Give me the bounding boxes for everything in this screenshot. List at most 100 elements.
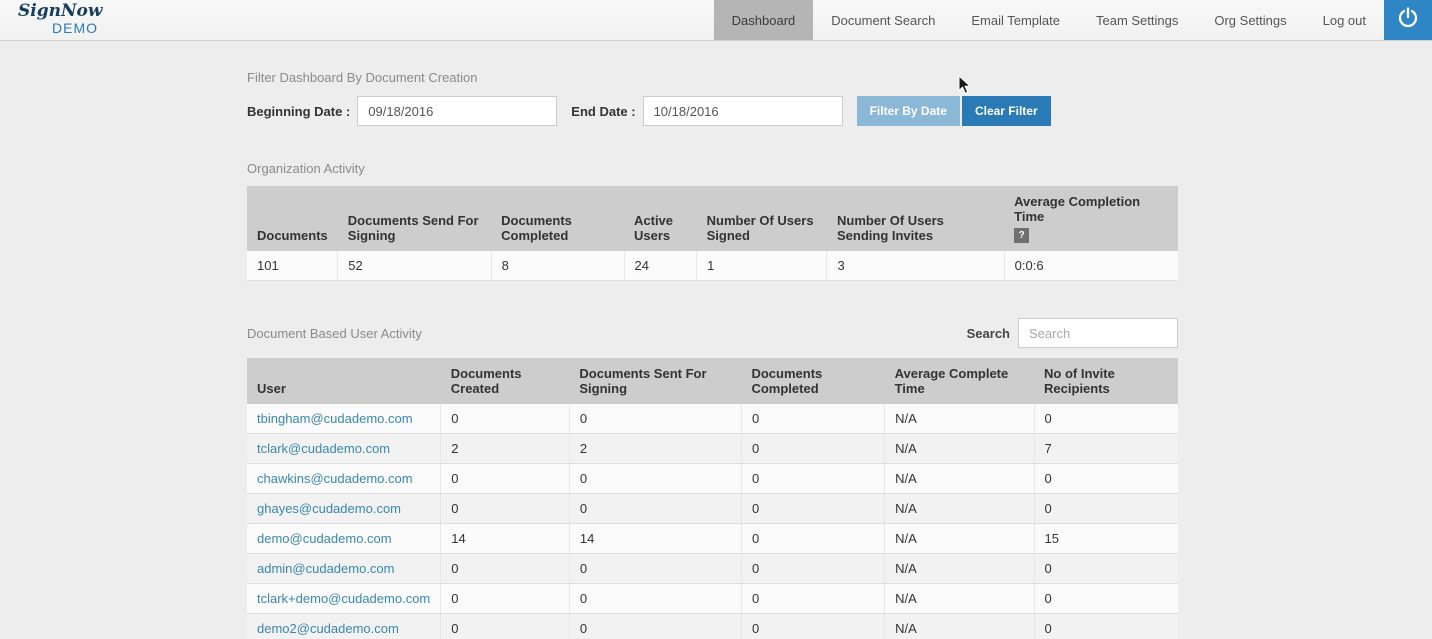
- user-email-link[interactable]: tclark+demo@cudademo.com: [257, 591, 430, 606]
- user-activity-header: Document Based User Activity Search: [247, 318, 1178, 348]
- column-header-number-of-users-signed: Number Of Users Signed: [697, 186, 827, 251]
- power-icon: [1395, 5, 1421, 36]
- table-row: tbingham@cudademo.com000N/A0: [247, 404, 1178, 434]
- table-cell: N/A: [885, 464, 1034, 494]
- column-header-documents-completed: Documents Completed: [491, 186, 624, 251]
- table-cell: N/A: [885, 434, 1034, 464]
- org-users-signed-value: 1: [697, 251, 827, 281]
- column-header-active-users: Active Users: [624, 186, 697, 251]
- user-email-link[interactable]: demo@cudademo.com: [257, 531, 392, 546]
- power-logout-button[interactable]: [1384, 0, 1432, 40]
- user-activity-header-row: User Documents Created Documents Sent Fo…: [247, 358, 1178, 404]
- nav-item-log-out[interactable]: Log out: [1305, 0, 1384, 40]
- column-header-documents-completed-user: Documents Completed: [741, 358, 884, 404]
- table-cell: 0: [569, 494, 741, 524]
- column-header-number-of-users-sending-invites: Number Of Users Sending Invites: [827, 186, 1004, 251]
- table-cell: 2: [569, 434, 741, 464]
- table-cell: 0: [1034, 464, 1178, 494]
- main-nav: Dashboard Document Search Email Template…: [714, 0, 1384, 40]
- org-send-for-signing-value: 52: [338, 251, 491, 281]
- end-date-label: End Date :: [571, 104, 635, 119]
- table-row: demo2@cudademo.com000N/A0: [247, 614, 1178, 639]
- column-header-documents-created: Documents Created: [441, 358, 570, 404]
- table-cell: 0: [441, 464, 570, 494]
- table-row: ghayes@cudademo.com000N/A0: [247, 494, 1178, 524]
- org-activity-header-row: Documents Documents Send For Signing Doc…: [247, 186, 1178, 251]
- date-filter-row: Beginning Date : End Date : Filter By Da…: [247, 96, 1178, 126]
- user-email-link[interactable]: tclark@cudademo.com: [257, 441, 390, 456]
- table-cell: 2: [441, 434, 570, 464]
- nav-item-dashboard[interactable]: Dashboard: [714, 0, 814, 40]
- user-email-link[interactable]: demo2@cudademo.com: [257, 621, 399, 636]
- nav-item-team-settings[interactable]: Team Settings: [1078, 0, 1196, 40]
- table-cell: 0: [569, 404, 741, 434]
- table-cell: 0: [569, 584, 741, 614]
- table-cell: 0: [441, 404, 570, 434]
- column-header-user: User: [247, 358, 441, 404]
- column-header-average-completion-time: Average Completion Time ?: [1004, 186, 1178, 251]
- table-cell: 14: [441, 524, 570, 554]
- logo-demo-text: DEMO: [52, 21, 220, 35]
- org-documents-value: 101: [247, 251, 338, 281]
- table-cell: N/A: [885, 554, 1034, 584]
- nav-item-document-search[interactable]: Document Search: [813, 0, 953, 40]
- nav-item-org-settings[interactable]: Org Settings: [1196, 0, 1304, 40]
- dashboard-content: Filter Dashboard By Document Creation Be…: [247, 41, 1178, 639]
- user-email-link[interactable]: admin@cudademo.com: [257, 561, 394, 576]
- table-cell: 0: [1034, 404, 1178, 434]
- table-row: admin@cudademo.com000N/A0: [247, 554, 1178, 584]
- table-cell: tclark+demo@cudademo.com: [247, 584, 441, 614]
- org-completed-value: 8: [491, 251, 624, 281]
- table-cell: 0: [741, 614, 884, 639]
- table-cell: 0: [441, 494, 570, 524]
- table-cell: tbingham@cudademo.com: [247, 404, 441, 434]
- table-cell: N/A: [885, 404, 1034, 434]
- clear-filter-button[interactable]: Clear Filter: [962, 96, 1051, 126]
- table-cell: demo@cudademo.com: [247, 524, 441, 554]
- table-cell: 0: [1034, 554, 1178, 584]
- table-cell: N/A: [885, 584, 1034, 614]
- table-cell: ghayes@cudademo.com: [247, 494, 441, 524]
- org-active-users-value: 24: [624, 251, 697, 281]
- table-cell: 0: [741, 584, 884, 614]
- user-email-link[interactable]: ghayes@cudademo.com: [257, 501, 401, 516]
- table-row: tclark+demo@cudademo.com000N/A0: [247, 584, 1178, 614]
- beginning-date-input[interactable]: [357, 96, 557, 126]
- table-cell: 0: [741, 464, 884, 494]
- search-area: Search: [967, 318, 1178, 348]
- table-cell: N/A: [885, 524, 1034, 554]
- table-cell: 0: [569, 554, 741, 584]
- table-cell: demo2@cudademo.com: [247, 614, 441, 639]
- user-email-link[interactable]: chawkins@cudademo.com: [257, 471, 413, 486]
- org-users-sending-invites-value: 3: [827, 251, 1004, 281]
- help-icon[interactable]: ?: [1014, 228, 1029, 243]
- nav-item-email-template[interactable]: Email Template: [953, 0, 1078, 40]
- table-cell: 0: [741, 434, 884, 464]
- column-header-documents-send-for-signing: Documents Send For Signing: [338, 186, 491, 251]
- column-header-documents-sent-for-signing: Documents Sent For Signing: [569, 358, 741, 404]
- table-cell: 0: [741, 494, 884, 524]
- table-cell: 0: [569, 614, 741, 639]
- org-activity-title: Organization Activity: [247, 161, 1178, 176]
- table-row: demo@cudademo.com14140N/A15: [247, 524, 1178, 554]
- table-cell: chawkins@cudademo.com: [247, 464, 441, 494]
- user-activity-table: User Documents Created Documents Sent Fo…: [247, 358, 1178, 639]
- table-cell: 14: [569, 524, 741, 554]
- search-input[interactable]: [1018, 318, 1178, 348]
- table-cell: tclark@cudademo.com: [247, 434, 441, 464]
- filter-by-date-button[interactable]: Filter By Date: [857, 96, 960, 126]
- user-email-link[interactable]: tbingham@cudademo.com: [257, 411, 413, 426]
- logo-signnow-text: SignNow: [18, 3, 220, 20]
- table-cell: 0: [441, 614, 570, 639]
- table-cell: 0: [1034, 494, 1178, 524]
- app-logo[interactable]: SignNow DEMO: [0, 0, 220, 40]
- table-cell: 0: [741, 524, 884, 554]
- beginning-date-label: Beginning Date :: [247, 104, 350, 119]
- table-cell: 0: [1034, 584, 1178, 614]
- end-date-input[interactable]: [643, 96, 843, 126]
- column-header-average-complete-time: Average Complete Time: [885, 358, 1034, 404]
- user-activity-body: tbingham@cudademo.com000N/A0tclark@cudad…: [247, 404, 1178, 639]
- table-cell: 7: [1034, 434, 1178, 464]
- column-header-documents: Documents: [247, 186, 338, 251]
- table-cell: 0: [441, 584, 570, 614]
